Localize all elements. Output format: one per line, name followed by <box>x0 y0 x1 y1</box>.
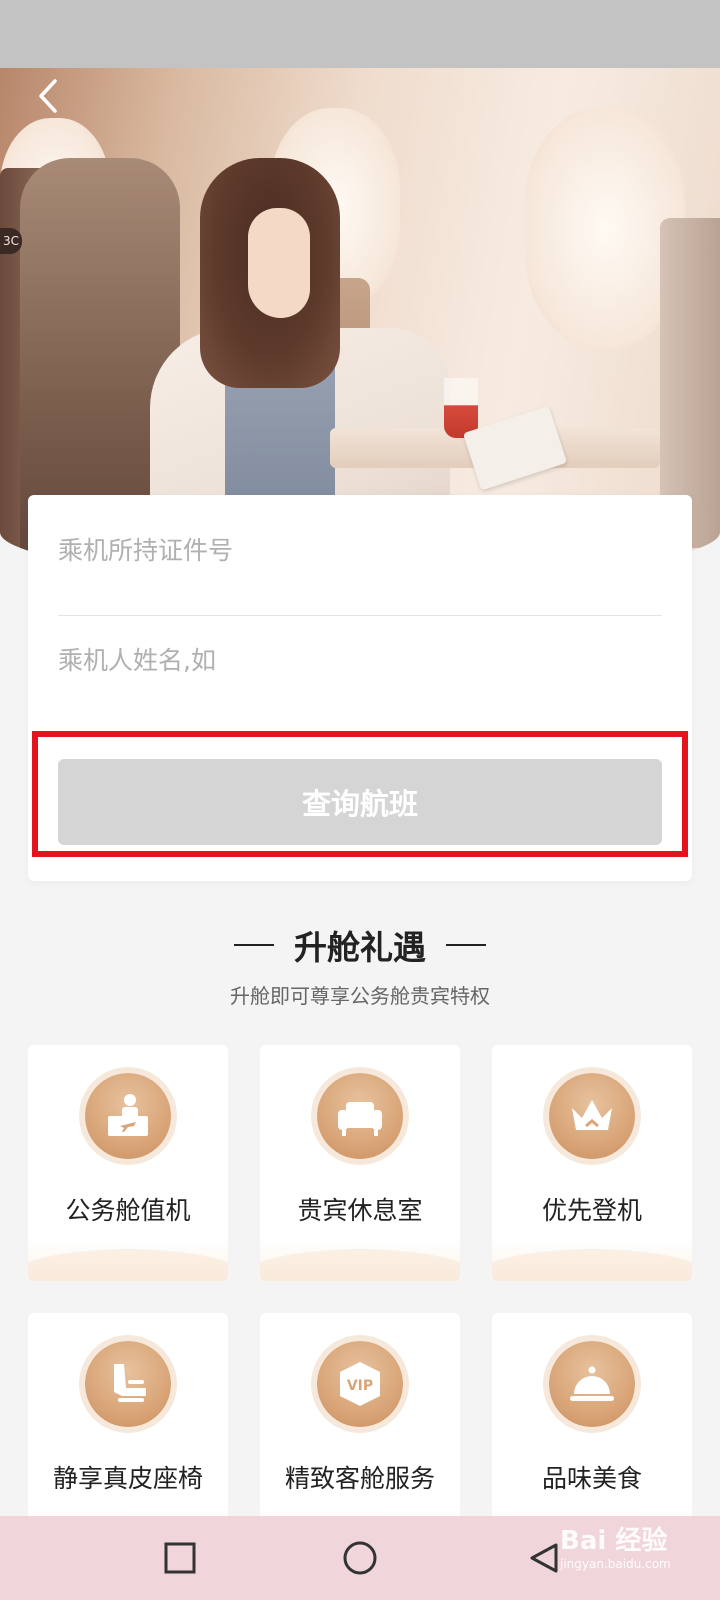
chevron-left-icon <box>39 79 57 113</box>
flight-query-card: 查询航班 <box>28 495 692 881</box>
square-icon <box>164 1542 196 1574</box>
section-header: 升舱礼遇 <box>0 920 720 970</box>
recent-apps-button[interactable] <box>156 1534 204 1582</box>
watermark-brand: Bai 经验 <box>560 1526 668 1556</box>
home-button[interactable] <box>336 1534 384 1582</box>
benefit-card-gourmet[interactable]: 品味美食 <box>492 1313 692 1549</box>
watermark-url: jingyan.baidu.com <box>560 1557 671 1571</box>
magazine <box>462 405 568 491</box>
benefit-card-lounge[interactable]: 贵宾休息室 <box>260 1045 460 1281</box>
card-decoration <box>28 1241 228 1281</box>
benefit-card-cabin-service[interactable]: VIP 精致客舱服务 <box>260 1313 460 1549</box>
sofa-icon <box>317 1073 403 1159</box>
name-field-wrapper <box>58 625 662 695</box>
benefit-label: 公务舱值机 <box>65 1196 191 1225</box>
seat-icon <box>85 1341 171 1427</box>
benefit-label: 精致客舱服务 <box>284 1464 435 1493</box>
id-number-field-wrapper <box>58 515 662 585</box>
baidu-jingyan-watermark: Bai 经验 jingyan.baidu.com <box>560 1520 710 1576</box>
benefit-label: 贵宾休息室 <box>297 1196 423 1225</box>
id-number-input[interactable] <box>58 535 662 565</box>
benefit-card-checkin[interactable]: 公务舱值机 <box>28 1045 228 1281</box>
vip-badge-icon: VIP <box>317 1341 403 1427</box>
triangle-back-icon <box>530 1543 558 1573</box>
benefit-card-priority-boarding[interactable]: 优先登机 <box>492 1045 692 1281</box>
benefit-label: 优先登机 <box>541 1196 642 1225</box>
food-cloche-icon <box>549 1341 635 1427</box>
field-divider <box>58 615 662 616</box>
title-dash-right <box>446 944 486 946</box>
circle-icon <box>343 1541 377 1575</box>
title-dash-left <box>234 944 274 946</box>
query-flight-button[interactable]: 查询航班 <box>58 759 662 845</box>
section-subtitle: 升舱即可尊享公务舱贵宾特权 <box>230 984 490 1008</box>
card-decoration <box>260 1241 460 1281</box>
checkin-counter-icon <box>85 1073 171 1159</box>
passenger-face <box>248 208 310 318</box>
back-button[interactable] <box>28 76 68 116</box>
benefit-card-leather-seat[interactable]: 静享真皮座椅 <box>28 1313 228 1549</box>
benefit-label: 静享真皮座椅 <box>52 1464 203 1493</box>
crown-icon <box>549 1073 635 1159</box>
seat-tag: 3C <box>0 228 22 254</box>
section-title: 升舱礼遇 <box>294 928 426 967</box>
svg-text:VIP: VIP <box>347 1378 373 1394</box>
passenger-name-input[interactable] <box>58 645 662 675</box>
benefit-label: 品味美食 <box>541 1464 642 1493</box>
card-decoration <box>492 1241 692 1281</box>
status-bar <box>0 0 720 68</box>
